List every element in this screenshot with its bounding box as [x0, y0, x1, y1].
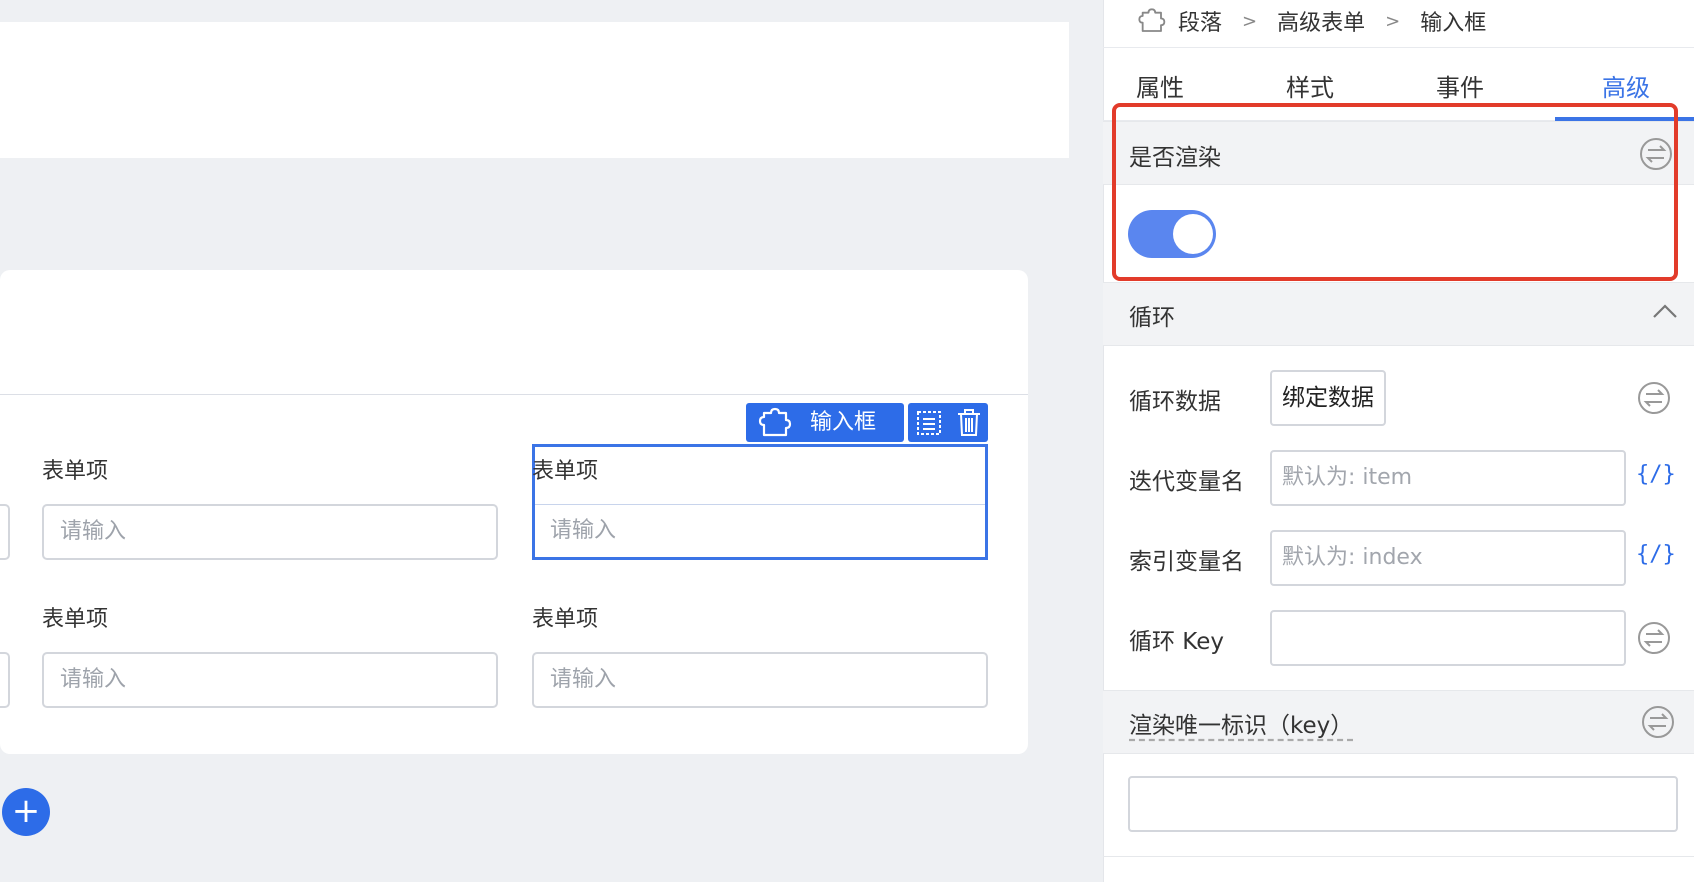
- highlight-box: [1112, 103, 1678, 281]
- form-item-1-input-partial[interactable]: [0, 504, 10, 560]
- form-item-input[interactable]: 请输入: [42, 652, 498, 708]
- form-card-divider: [0, 394, 1028, 395]
- form-item-label: 表单项: [532, 607, 599, 632]
- copy-icon[interactable]: [915, 409, 943, 437]
- top-component-card[interactable]: [0, 22, 1069, 158]
- iterator-variable-label: 迭代变量名: [1129, 469, 1244, 495]
- selected-inner-divider: [535, 504, 985, 505]
- tab-style[interactable]: 样式: [1250, 68, 1370, 103]
- form-item-label: 表单项: [42, 459, 109, 484]
- form-item-input[interactable]: 请输入: [42, 504, 498, 560]
- bind-variable-icon[interactable]: [1636, 620, 1672, 656]
- bind-variable-icon[interactable]: [1640, 704, 1676, 740]
- bind-data-button[interactable]: 绑定数据: [1270, 370, 1386, 426]
- breadcrumb: 段落 > 高级表单 > 输入框: [1136, 4, 1486, 38]
- loop-key-input[interactable]: [1270, 610, 1626, 666]
- tab-properties[interactable]: 属性: [1100, 68, 1220, 103]
- loop-section-title: 循环: [1129, 305, 1175, 331]
- add-item-button[interactable]: +: [2, 788, 50, 836]
- breadcrumb-separator: >: [1385, 10, 1401, 32]
- form-item-3-input-partial[interactable]: [0, 652, 10, 708]
- loop-key-label: 循环 Key: [1129, 629, 1225, 655]
- bind-variable-icon[interactable]: [1636, 380, 1672, 416]
- iterator-variable-input[interactable]: 默认为: item: [1270, 450, 1626, 506]
- form-item-label: 表单项: [42, 607, 109, 632]
- puzzle-icon: [758, 407, 792, 436]
- delete-icon[interactable]: [956, 408, 982, 437]
- breadcrumb-separator: >: [1242, 10, 1258, 32]
- section-divider: [1103, 856, 1694, 857]
- render-key-input[interactable]: [1128, 776, 1678, 832]
- breadcrumb-item[interactable]: 高级表单: [1277, 5, 1365, 37]
- loop-data-label: 循环数据: [1129, 389, 1221, 415]
- key-section-title: 渲染唯一标识（key）: [1129, 713, 1354, 739]
- form-item-label: 表单项: [532, 459, 599, 484]
- index-variable-label: 索引变量名: [1129, 549, 1244, 575]
- index-variable-input[interactable]: 默认为: index: [1270, 530, 1626, 586]
- chevron-up-icon[interactable]: [1652, 302, 1678, 320]
- breadcrumb-item[interactable]: 输入框: [1420, 5, 1486, 37]
- puzzle-icon: [1138, 8, 1166, 32]
- code-icon[interactable]: {/}: [1636, 462, 1676, 487]
- form-item-input[interactable]: 请输入: [550, 516, 616, 546]
- selected-component-tag[interactable]: 输入框: [746, 403, 904, 442]
- tab-events[interactable]: 事件: [1400, 68, 1520, 103]
- selected-component-name: 输入框: [810, 410, 877, 435]
- selected-component-actions: [908, 403, 988, 442]
- form-item-input[interactable]: 请输入: [532, 652, 988, 708]
- loop-section-header[interactable]: [1103, 282, 1694, 346]
- breadcrumb-item[interactable]: 段落: [1178, 5, 1222, 37]
- code-icon[interactable]: {/}: [1636, 542, 1676, 567]
- tab-advanced[interactable]: 高级: [1566, 68, 1686, 103]
